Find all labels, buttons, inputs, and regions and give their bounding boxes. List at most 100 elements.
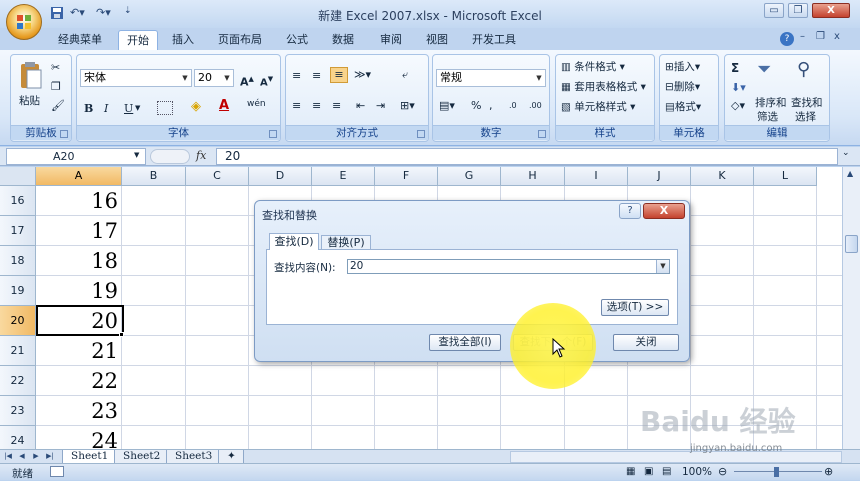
row-header-16[interactable]: 16 (0, 186, 36, 216)
decrease-indent-icon[interactable]: ⇤ (356, 99, 365, 112)
column-header-f[interactable]: F (375, 167, 438, 186)
workbook-restore-icon[interactable]: ❐ (816, 31, 825, 42)
find-what-dropdown-icon[interactable]: ▼ (656, 260, 669, 273)
column-header-k[interactable]: K (691, 167, 754, 186)
conditional-format-button[interactable]: ▥ 条件格式 ▾ (560, 57, 626, 77)
row-header-18[interactable]: 18 (0, 246, 36, 276)
clipboard-launcher-icon[interactable] (60, 130, 68, 138)
cell-a18[interactable]: 18 (37, 246, 123, 276)
font-name-dropdown-icon[interactable]: ▼ (179, 70, 191, 86)
expand-formula-bar-icon[interactable]: ⌄ (842, 148, 850, 158)
increase-decimal-button[interactable]: .0 (509, 101, 517, 110)
number-launcher-icon[interactable] (538, 130, 546, 138)
font-color-icon[interactable]: A (219, 98, 229, 113)
sort-filter-label-2[interactable]: 筛选 (757, 109, 778, 124)
cell-a19[interactable]: 19 (37, 276, 123, 306)
column-header-d[interactable]: D (249, 167, 312, 186)
sheet-tab-2[interactable]: Sheet2 (114, 450, 170, 464)
tab-replace[interactable]: 替换(P) (321, 235, 371, 250)
autosum-icon[interactable]: Σ (731, 61, 739, 75)
prev-sheet-icon[interactable]: ◀ (16, 450, 28, 463)
formula-input[interactable]: 20 (216, 148, 838, 165)
zoom-out-icon[interactable]: ⊖ (718, 465, 727, 478)
align-left-icon[interactable]: ≡ (292, 99, 301, 112)
row-header-19[interactable]: 19 (0, 276, 36, 306)
sheet-tab-3[interactable]: Sheet3 (166, 450, 222, 464)
font-size-dropdown-icon[interactable]: ▼ (221, 70, 233, 86)
cut-icon[interactable]: ✂ (51, 61, 60, 74)
dialog-help-button[interactable]: ? (619, 203, 641, 219)
zoom-in-icon[interactable]: ⊕ (824, 465, 833, 478)
font-size-box[interactable]: 20 ▼ (194, 69, 234, 87)
shrink-font-button[interactable]: A▼ (259, 69, 274, 89)
column-header-a[interactable]: A (36, 167, 122, 186)
workbook-minimize-icon[interactable]: – (800, 31, 805, 42)
fill-handle[interactable] (119, 332, 124, 337)
close-button[interactable]: X (812, 3, 850, 18)
comma-button[interactable]: , (489, 99, 493, 112)
tab-developer[interactable]: 开发工具 (466, 30, 522, 50)
find-select-label[interactable]: 查找和 (791, 95, 823, 110)
insert-sheet-icon[interactable]: ✦ (218, 450, 244, 464)
row-header-22[interactable]: 22 (0, 366, 36, 396)
insert-cells-button[interactable]: ⊞插入▾ (664, 57, 701, 77)
formula-bar-splitter[interactable] (150, 149, 190, 164)
zoom-level[interactable]: 100% (682, 466, 712, 478)
page-break-view-icon[interactable]: ▤ (662, 466, 671, 477)
tab-view[interactable]: 视图 (420, 30, 454, 50)
sort-filter-label[interactable]: 排序和 (755, 95, 787, 110)
italic-button[interactable]: I (103, 99, 109, 119)
underline-button[interactable]: U (123, 99, 134, 119)
orientation-icon[interactable]: ≫▾ (354, 68, 371, 81)
row-header-20[interactable]: 20 (0, 306, 36, 336)
page-layout-view-icon[interactable]: ▣ (644, 466, 653, 477)
column-header-b[interactable]: B (122, 167, 186, 186)
align-top-icon[interactable]: ≡ (292, 69, 301, 82)
normal-view-icon[interactable]: ▦ (626, 466, 635, 477)
cell-styles-button[interactable]: ▧ 单元格样式 ▾ (560, 97, 636, 117)
office-button[interactable] (6, 4, 42, 40)
find-what-input[interactable]: 20 ▼ (347, 259, 670, 274)
fill-icon[interactable]: ⬇▾ (731, 81, 746, 94)
format-cells-button[interactable]: ▤格式▾ (664, 97, 702, 117)
tab-home[interactable]: 开始 (118, 30, 158, 50)
help-icon[interactable]: ? (780, 32, 794, 46)
merge-center-icon[interactable]: ⊞▾ (400, 99, 415, 112)
column-header-i[interactable]: I (565, 167, 628, 186)
first-sheet-icon[interactable]: |◀ (2, 450, 14, 463)
vertical-scroll-thumb[interactable] (845, 235, 858, 253)
font-name-box[interactable]: 宋体 ▼ (80, 69, 192, 87)
column-header-j[interactable]: J (628, 167, 691, 186)
font-launcher-icon[interactable] (269, 130, 277, 138)
ribbon-minimize-button[interactable]: ▭ (764, 3, 784, 18)
find-select-label-2[interactable]: 选择 (795, 109, 816, 124)
percent-button[interactable]: % (471, 99, 481, 112)
row-header-17[interactable]: 17 (0, 216, 36, 246)
dialog-close-button[interactable]: X (643, 203, 685, 219)
close-dialog-button[interactable]: 关闭 (613, 334, 679, 351)
cell-a24[interactable]: 24 (37, 426, 123, 449)
name-box[interactable]: A20 (6, 148, 146, 165)
column-header-h[interactable]: H (501, 167, 565, 186)
cell-a16[interactable]: 16 (37, 186, 123, 216)
scroll-up-icon[interactable]: ▲ (847, 169, 853, 178)
decrease-decimal-button[interactable]: .00 (529, 101, 542, 110)
format-painter-icon[interactable]: 🖌 (51, 99, 65, 112)
tab-find[interactable]: 查找(D) (269, 233, 319, 250)
align-bottom-icon[interactable]: ≡ (330, 67, 348, 83)
number-format-dropdown-icon[interactable]: ▼ (533, 70, 545, 86)
column-header-e[interactable]: E (312, 167, 375, 186)
tab-data[interactable]: 数据 (326, 30, 360, 50)
cell-a23[interactable]: 23 (37, 396, 123, 426)
find-select-icon[interactable]: ⚲ (797, 59, 810, 80)
align-right-icon[interactable]: ≡ (332, 99, 341, 112)
increase-indent-icon[interactable]: ⇥ (376, 99, 385, 112)
name-box-dropdown-icon[interactable]: ▼ (134, 151, 139, 159)
sort-filter-icon[interactable]: ⏷ (757, 59, 771, 80)
grow-font-button[interactable]: A▲ (239, 69, 255, 89)
workbook-close-icon[interactable]: x (834, 31, 840, 42)
select-all-corner[interactable] (0, 167, 36, 186)
fill-color-icon[interactable]: ◈ (191, 99, 201, 114)
underline-dropdown-icon[interactable]: ▼ (135, 104, 140, 112)
cell-a22[interactable]: 22 (37, 366, 123, 396)
